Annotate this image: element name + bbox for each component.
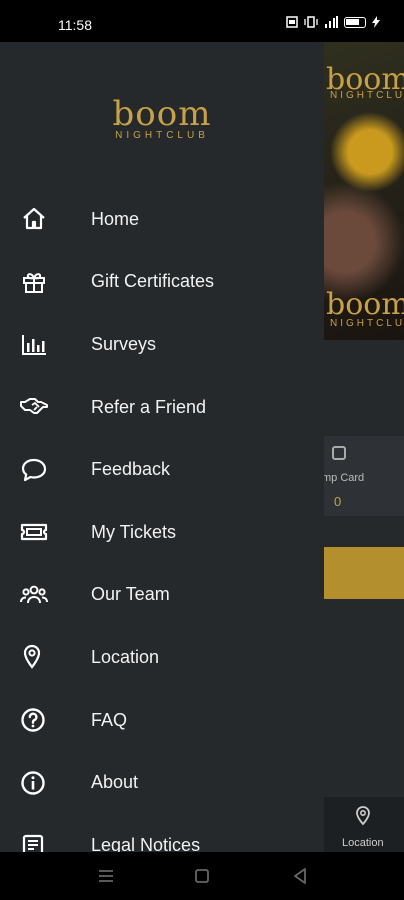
gift-icon	[20, 268, 48, 296]
handshake-icon	[20, 393, 48, 421]
home-icon	[20, 205, 48, 233]
menu-label-legal-notices: Legal Notices	[91, 834, 201, 852]
location-pin-icon	[20, 643, 48, 671]
menu-item-legal-notices[interactable]: Legal Notices	[0, 814, 324, 852]
home-button[interactable]	[192, 866, 212, 886]
ticket-icon	[20, 518, 48, 546]
menu-item-location[interactable]: Location	[0, 626, 324, 689]
stamp-icon	[332, 446, 346, 460]
recents-button[interactable]	[96, 866, 116, 886]
menu-item-feedback[interactable]: Feedback	[0, 438, 324, 501]
signal-icon	[325, 16, 338, 28]
menu-label-refer-a-friend: Refer a Friend	[91, 396, 207, 417]
document-icon	[20, 831, 48, 852]
bar-chart-icon	[20, 330, 48, 358]
menu-label-faq: FAQ	[91, 709, 128, 730]
menu-item-gift-certificates[interactable]: Gift Certificates	[0, 251, 324, 314]
sim-icon	[286, 16, 298, 28]
menu-label-our-team: Our Team	[91, 584, 170, 605]
status-time: 11:58	[58, 17, 92, 33]
menu-item-surveys[interactable]: Surveys	[0, 313, 324, 376]
menu-label-my-tickets: My Tickets	[91, 521, 177, 542]
system-nav-bar	[0, 852, 404, 900]
tab-location-icon[interactable]	[355, 806, 371, 826]
navigation-drawer: boom NIGHTCLUB Home Gift Certificates Su…	[0, 42, 324, 852]
hero-logo-secondary: boom	[326, 287, 404, 322]
drawer-logo: boom NIGHTCLUB	[0, 94, 324, 141]
menu-label-feedback: Feedback	[91, 459, 171, 480]
back-button[interactable]	[290, 866, 310, 886]
stamp-card-label: mp Card	[322, 472, 365, 484]
question-circle-icon	[20, 706, 48, 734]
hero-logo-secondary-sub: NIGHTCLUB	[330, 318, 404, 329]
status-icons	[286, 16, 380, 28]
charging-icon	[372, 16, 380, 28]
menu-label-gift-certificates: Gift Certificates	[91, 271, 215, 292]
drawer-menu: Home Gift Certificates Surveys Refer a F…	[0, 188, 324, 852]
status-bar: 11:58	[0, 0, 404, 42]
menu-label-about: About	[91, 772, 139, 793]
menu-item-our-team[interactable]: Our Team	[0, 564, 324, 627]
team-icon	[20, 581, 48, 609]
menu-label-location: Location	[91, 646, 160, 667]
menu-label-surveys: Surveys	[91, 333, 157, 354]
stamp-card-value: 0	[334, 494, 342, 509]
menu-item-my-tickets[interactable]: My Tickets	[0, 501, 324, 564]
logo-subtext: NIGHTCLUB	[115, 130, 209, 141]
info-circle-icon	[20, 769, 48, 797]
menu-item-home[interactable]: Home	[0, 188, 324, 251]
hero-logo-sub: NIGHTCLUB	[330, 90, 404, 101]
battery-icon	[344, 16, 366, 28]
menu-item-faq[interactable]: FAQ	[0, 689, 324, 752]
menu-item-about[interactable]: About	[0, 751, 324, 814]
menu-item-refer-a-friend[interactable]: Refer a Friend	[0, 376, 324, 439]
menu-label-home: Home	[91, 208, 140, 229]
vibrate-icon	[304, 16, 318, 28]
tab-location-label[interactable]: Location	[342, 837, 384, 849]
chat-bubble-icon	[20, 456, 48, 484]
logo-text: boom	[112, 94, 212, 134]
